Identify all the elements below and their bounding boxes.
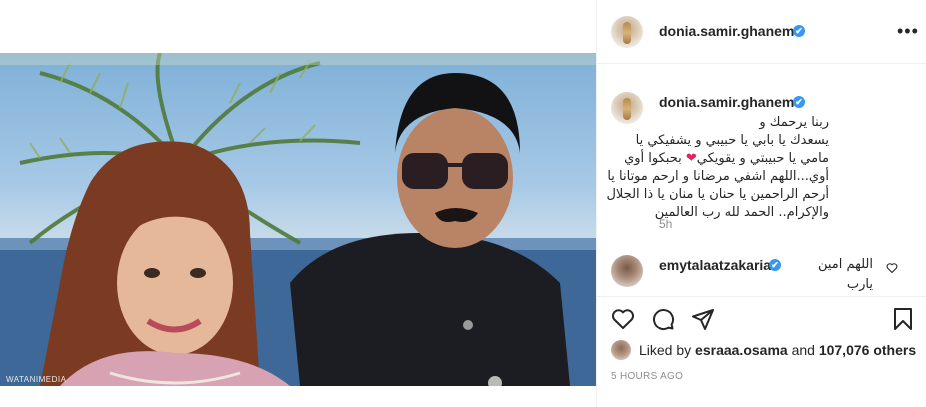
author-avatar[interactable] <box>611 16 643 48</box>
post-header: donia.samir.ghanem ✔ ••• <box>597 0 926 64</box>
caption-line: ربنا يرحمك و <box>759 115 829 130</box>
caption-line: يسعدك يا بابي يا حبيبي و يشفيكي يا <box>635 133 829 148</box>
post-side-panel: donia.samir.ghanem ✔ ••• donia.samir.gha… <box>596 0 926 407</box>
likes-prefix: Liked by <box>639 342 696 358</box>
caption-line: والإكرام.. الحمد لله رب العالمين <box>654 205 829 220</box>
likes-summary: Liked by esraaa.osama and 107,076 others <box>639 342 916 358</box>
caption-time[interactable]: 5h <box>659 217 672 231</box>
author-username[interactable]: donia.samir.ghanem <box>659 23 794 39</box>
verified-icon: ✔ <box>793 96 805 108</box>
comment-icon[interactable] <box>651 307 675 336</box>
liker-avatar[interactable] <box>611 340 631 360</box>
commenter-username[interactable]: emytalaatzakaria <box>659 257 771 273</box>
commenter-avatar[interactable] <box>611 255 643 287</box>
likes-count[interactable]: 107,076 others <box>819 342 916 358</box>
caption-line: أرحم الراحمين يا حنان يا منان يا ذا الجل… <box>606 187 829 202</box>
bookmark-icon[interactable] <box>891 307 915 336</box>
comment-line: يارب <box>846 277 873 292</box>
caption-text: ربنا يرحمك و يسعدك يا بابي يا حبيبي و يش… <box>606 114 829 222</box>
likes-row: Liked by esraaa.osama and 107,076 others <box>611 338 921 362</box>
caption-line-part: بحبكوا أوي <box>624 151 686 166</box>
caption-line-part: مامي يا حبيبتي و يقويكي <box>696 151 829 166</box>
post-actions-bar <box>597 296 926 336</box>
verified-icon: ✔ <box>793 25 805 37</box>
post-photo[interactable]: WATANIMEDIA <box>0 53 596 386</box>
verified-icon: ✔ <box>769 259 781 271</box>
heart-emoji: ❤ <box>685 151 697 166</box>
caption-line: مامي يا حبيبتي و يقويكي❤ بحبكوا أوي <box>624 150 829 168</box>
photo-pane: WATANIMEDIA <box>0 0 596 407</box>
caption-username[interactable]: donia.samir.ghanem <box>659 94 794 110</box>
comment-like-heart-icon[interactable] <box>886 261 898 279</box>
likes-middle: and <box>787 342 819 358</box>
caption-avatar[interactable] <box>611 92 643 124</box>
more-icon[interactable]: ••• <box>897 22 919 40</box>
share-icon[interactable] <box>691 307 715 336</box>
liker-username[interactable]: esraaa.osama <box>695 342 788 358</box>
comment-text: اللهم امين يارب <box>783 255 873 295</box>
photo-illustration <box>0 53 596 386</box>
photo-watermark: WATANIMEDIA <box>6 375 67 384</box>
comment-line: اللهم امين <box>817 257 873 272</box>
caption-line: أوي...اللهم اشفي مرضانا و ارحم موتانا يا <box>607 169 829 184</box>
post-timestamp[interactable]: 5 HOURS AGO <box>611 371 683 382</box>
heart-icon[interactable] <box>611 307 635 336</box>
